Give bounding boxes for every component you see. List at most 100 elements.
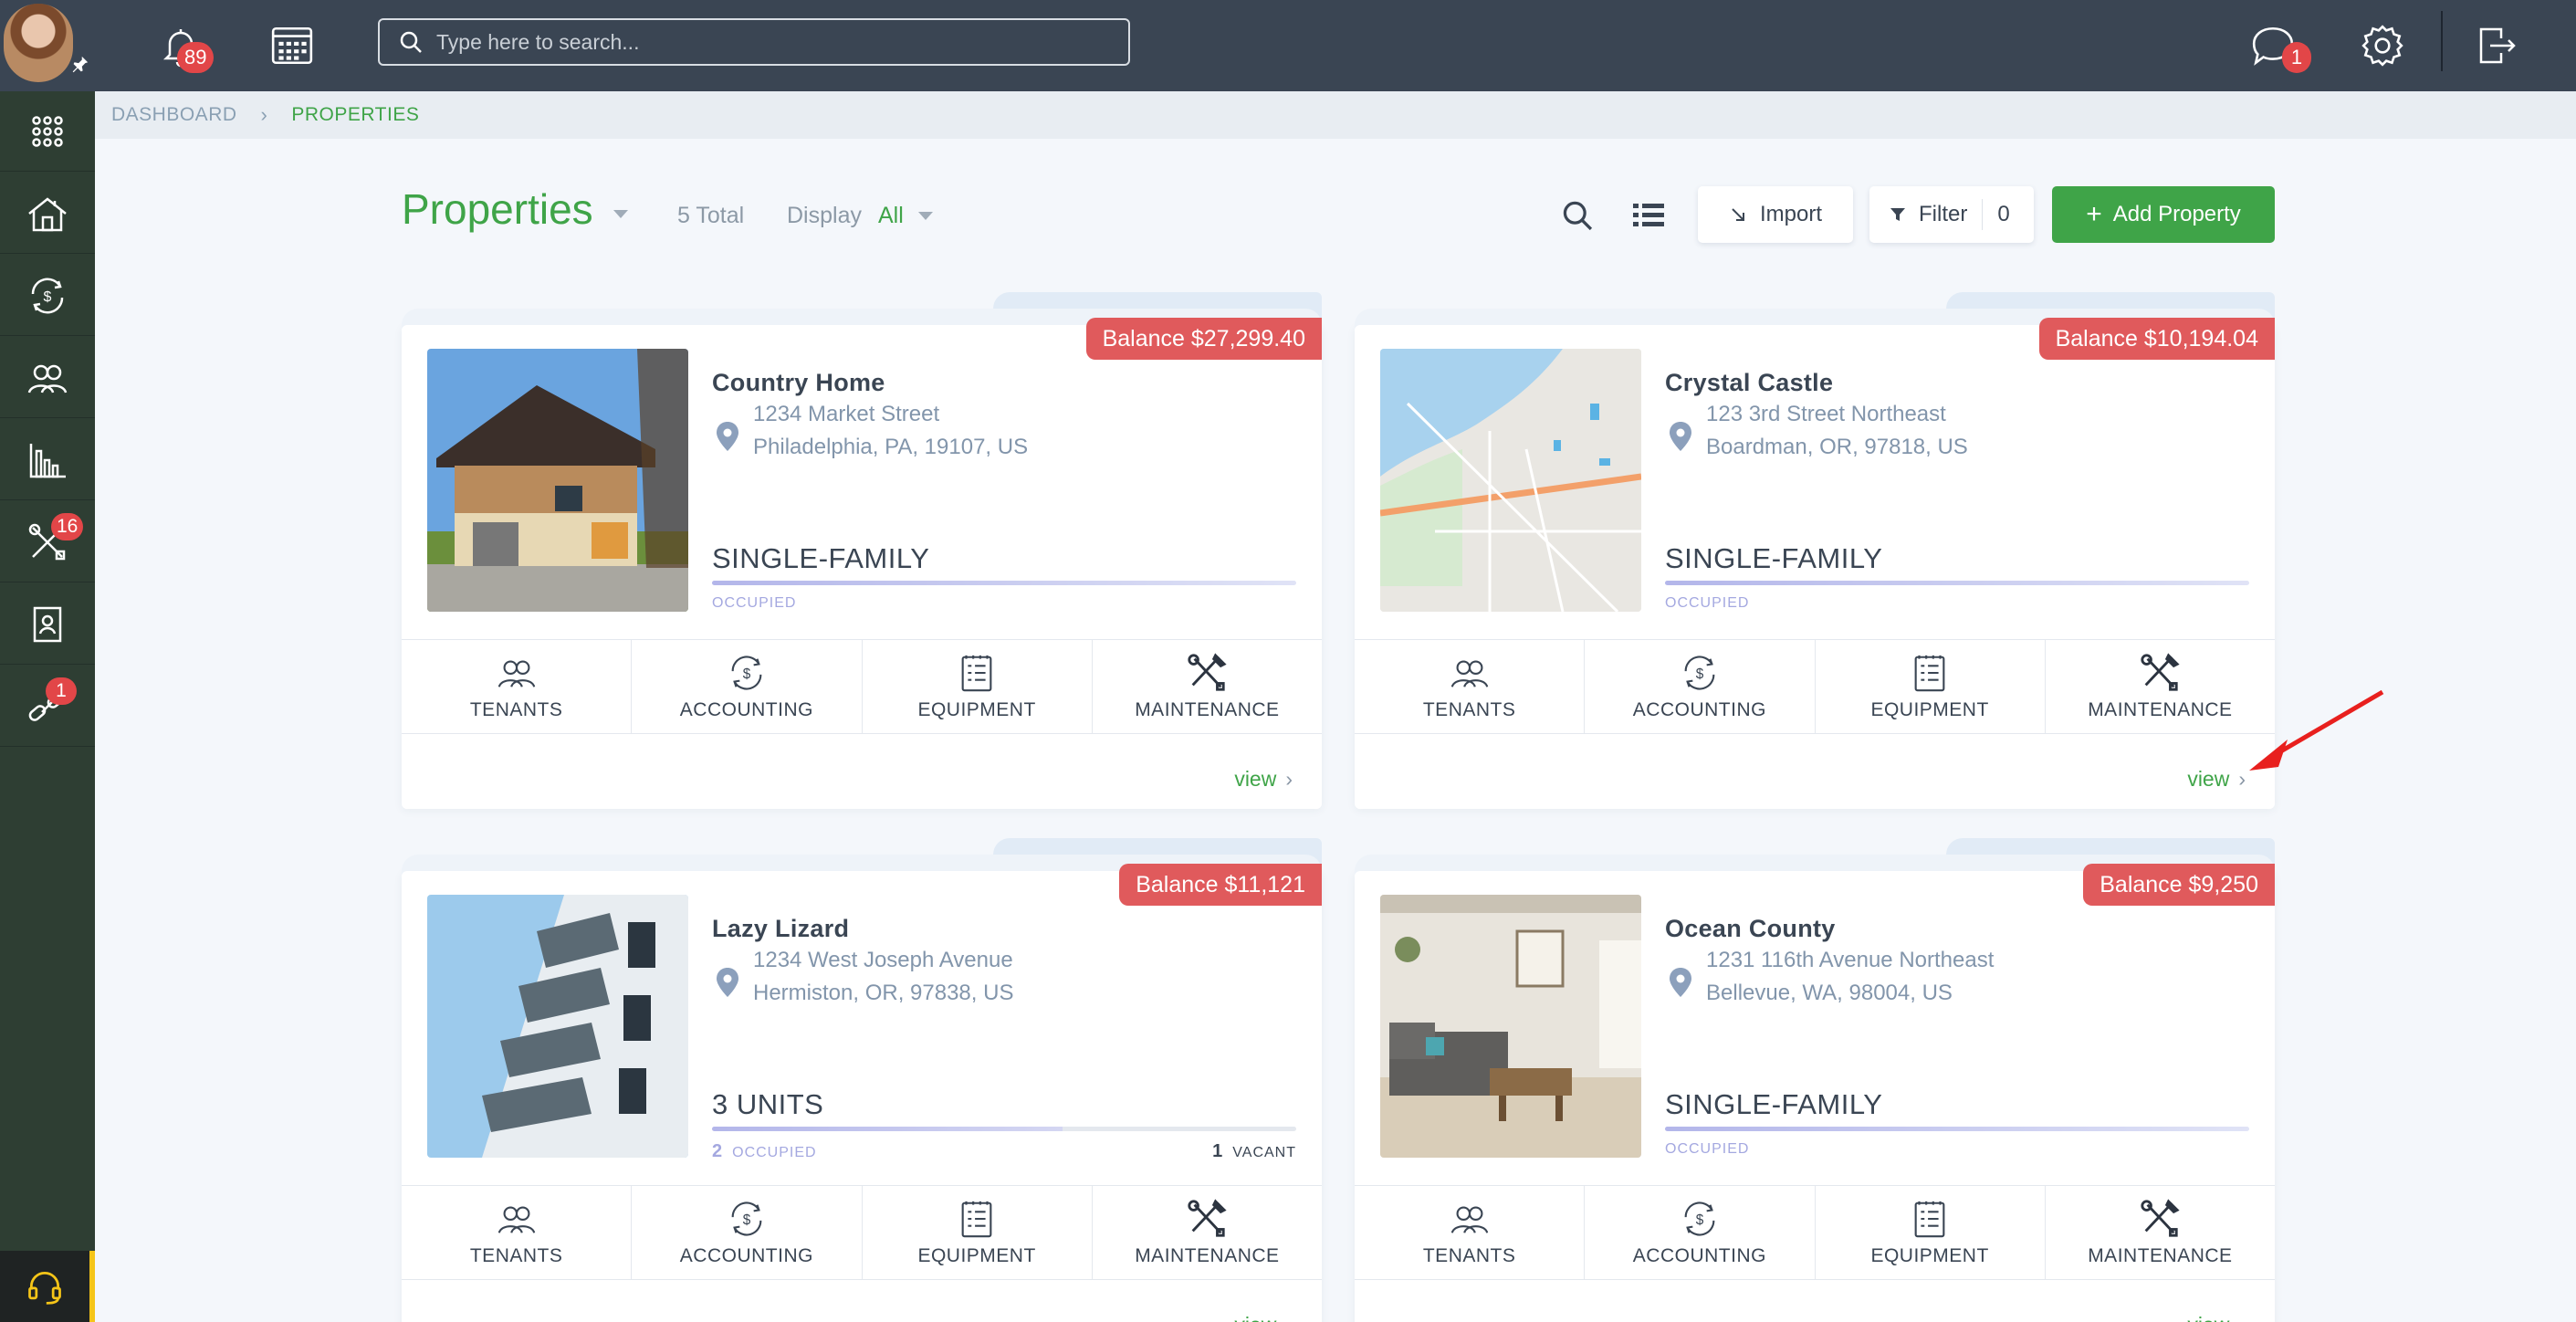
address-line-1: 1234 West Joseph Avenue [753, 948, 1013, 972]
add-property-button[interactable]: + Add Property [2052, 186, 2275, 243]
property-photo[interactable] [1380, 349, 1641, 612]
living-room-photo-image [1380, 895, 1641, 1158]
tenants-action[interactable]: TENANTS [1355, 1186, 1586, 1279]
avatar[interactable] [4, 4, 73, 82]
balance-badge: Balance $27,299.40 [1085, 318, 1322, 360]
calendar-button[interactable] [263, 16, 321, 75]
view-link[interactable]: view › [1234, 767, 1293, 792]
property-name[interactable]: Ocean County [1665, 915, 1836, 943]
sidebar: $ 16 1 [0, 0, 95, 1322]
tools-icon [1188, 1199, 1227, 1237]
user-avatar-area[interactable] [0, 0, 95, 91]
checklist-icon [961, 1201, 992, 1238]
logout-button[interactable] [2466, 16, 2525, 75]
accounting-action[interactable]: $ ACCOUNTING [632, 1186, 863, 1279]
support-button[interactable] [0, 1251, 95, 1322]
balance-badge: Balance $9,250 [2083, 864, 2275, 906]
balance-badge: Balance $10,194.04 [2038, 318, 2275, 360]
page-title[interactable]: Properties [402, 184, 593, 234]
occupancy-bar [712, 1127, 1296, 1131]
maintenance-action[interactable]: MAINTENANCE [2046, 640, 2275, 733]
users-icon [1450, 1206, 1488, 1233]
accounting-label: ACCOUNTING [1632, 699, 1766, 720]
equipment-action[interactable]: EQUIPMENT [863, 640, 1093, 733]
occupancy-bar [712, 581, 1296, 585]
annotation-arrow-icon [2249, 689, 2384, 771]
view-link[interactable]: view › [2187, 1313, 2246, 1322]
property-card[interactable]: Balance $9,250 Ocean County 1231 116th A… [1355, 838, 2275, 1322]
settings-button[interactable] [2353, 16, 2412, 75]
property-name[interactable]: Crystal Castle [1665, 369, 1833, 397]
pin-icon[interactable] [69, 55, 89, 75]
users-icon [27, 364, 68, 393]
tenants-action[interactable]: TENANTS [402, 640, 633, 733]
map-image [1380, 349, 1641, 612]
address-line-1: 1231 116th Avenue Northeast [1706, 948, 1995, 972]
topbar-divider [2441, 11, 2443, 71]
property-type: SINGLE-FAMILY [1665, 542, 1883, 574]
display-select[interactable]: All [878, 203, 904, 229]
list-view-button[interactable] [1628, 195, 1669, 236]
occupancy-bar [1665, 1127, 2249, 1131]
dollar-cycle-icon: $ [1684, 1201, 1715, 1236]
search-icon [1563, 201, 1593, 231]
accounting-action[interactable]: $ ACCOUNTING [632, 640, 863, 733]
tenants-label: TENANTS [1422, 699, 1516, 720]
add-property-label: Add Property [2112, 202, 2241, 226]
search-input[interactable] [436, 29, 1094, 55]
maintenance-badge: 16 [51, 513, 84, 540]
accounting-action[interactable]: $ ACCOUNTING [1585, 640, 1816, 733]
import-label: Import [1759, 202, 1822, 226]
dollar-cycle-icon: $ [1684, 656, 1715, 690]
tenants-action[interactable]: TENANTS [1355, 640, 1586, 733]
import-button[interactable]: Import [1698, 186, 1853, 243]
property-photo[interactable] [1380, 895, 1641, 1158]
accounting-label: ACCOUNTING [1632, 1245, 1766, 1266]
logout-icon [2479, 27, 2516, 64]
tools-icon [2141, 1199, 2180, 1237]
search-properties-button[interactable] [1557, 195, 1597, 236]
tenants-action[interactable]: TENANTS [402, 1186, 633, 1279]
building-photo-image [427, 895, 688, 1158]
search-box[interactable] [378, 18, 1130, 66]
occupancy-bar [1665, 581, 2249, 585]
filter-button[interactable]: Filter 0 [1869, 186, 2034, 243]
property-name[interactable]: Lazy Lizard [712, 915, 849, 943]
sidebar-item-apps[interactable] [0, 91, 95, 172]
breadcrumb-current: PROPERTIES [291, 104, 420, 125]
equipment-action[interactable]: EQUIPMENT [863, 1186, 1093, 1279]
tenants-label: TENANTS [469, 699, 563, 720]
property-photo[interactable] [427, 895, 688, 1158]
maintenance-action[interactable]: MAINTENANCE [1093, 1186, 1322, 1279]
property-card[interactable]: Balance $27,299.40 Country Home 1234 Mar… [402, 292, 1322, 809]
tools-icon [2141, 653, 2180, 691]
view-link[interactable]: view › [2187, 767, 2246, 792]
checklist-icon [1914, 1201, 1945, 1238]
breadcrumb-dashboard[interactable]: DASHBOARD [111, 104, 237, 126]
filter-count: 0 [1997, 202, 2010, 226]
display-label: Display [787, 203, 862, 228]
title-dropdown-icon[interactable] [613, 210, 628, 218]
sidebar-item-people[interactable] [0, 338, 95, 418]
sidebar-item-integrations[interactable]: 1 [0, 666, 95, 747]
maintenance-label: MAINTENANCE [2088, 1245, 2233, 1266]
sidebar-item-properties[interactable] [0, 173, 95, 254]
equipment-action[interactable]: EQUIPMENT [1816, 640, 2046, 733]
filter-icon [1890, 208, 1905, 221]
display-dropdown-icon[interactable] [918, 212, 933, 220]
property-photo[interactable] [427, 349, 688, 612]
sidebar-item-maintenance[interactable]: 16 [0, 502, 95, 582]
accounting-action[interactable]: $ ACCOUNTING [1585, 1186, 1816, 1279]
view-link[interactable]: view › [1234, 1313, 1293, 1322]
maintenance-action[interactable]: MAINTENANCE [2046, 1186, 2275, 1279]
maintenance-action[interactable]: MAINTENANCE [1093, 640, 1322, 733]
tenants-label: TENANTS [469, 1245, 563, 1266]
property-card[interactable]: Balance $11,121 Lazy Lizard 1234 West Jo… [402, 838, 1322, 1322]
property-card[interactable]: Balance $10,194.04 Crystal Castle 123 3r… [1355, 292, 2275, 809]
sidebar-item-accounting[interactable]: $ [0, 256, 95, 336]
sidebar-item-documents[interactable] [0, 584, 95, 665]
equipment-action[interactable]: EQUIPMENT [1816, 1186, 2046, 1279]
occupancy-label: OCCUPIED [712, 595, 797, 611]
property-name[interactable]: Country Home [712, 369, 885, 397]
sidebar-item-reports[interactable] [0, 420, 95, 500]
